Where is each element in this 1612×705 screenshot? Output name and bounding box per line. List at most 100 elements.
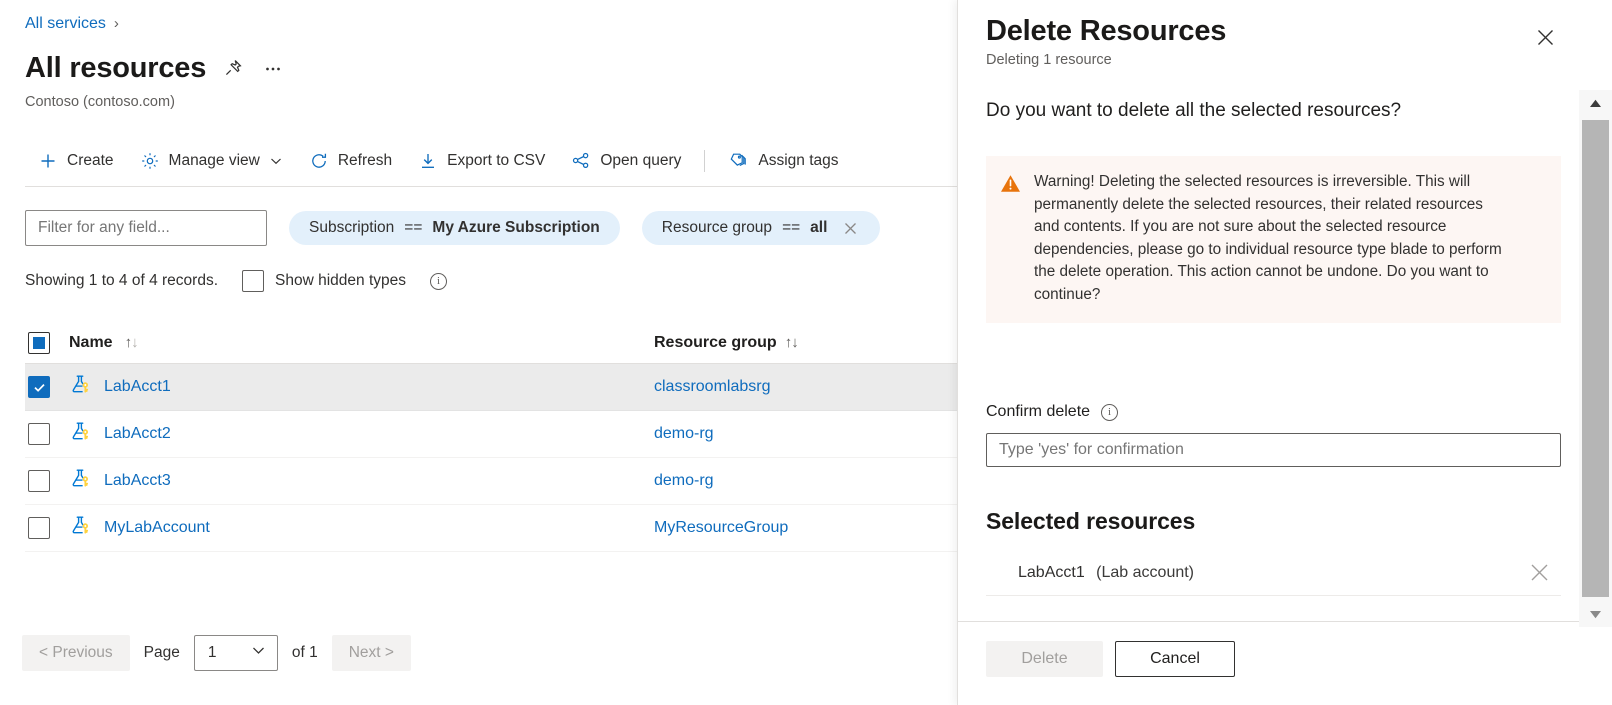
filter-row: Subscription == My Azure Subscription Re… — [25, 210, 880, 246]
manage-view-label: Manage view — [169, 152, 260, 170]
lab-account-icon — [69, 373, 92, 401]
row-resource-group-cell: MyResourceGroup — [654, 519, 957, 537]
show-hidden-types-checkbox[interactable] — [242, 270, 264, 292]
remove-filter-icon[interactable] — [841, 219, 860, 238]
row-name-cell: LabAcct2 — [69, 420, 654, 448]
row-name-link[interactable]: LabAcct1 — [104, 378, 171, 396]
page-title-row: All resources — [25, 50, 286, 86]
panel-header: Delete Resources Deleting 1 resource — [986, 12, 1612, 68]
confirm-delete-label: Confirm delete — [986, 403, 1090, 421]
row-name-link[interactable]: LabAcct2 — [104, 425, 171, 443]
breadcrumb-link-all-services[interactable]: All services — [25, 14, 106, 34]
page-subtitle: Contoso (contoso.com) — [25, 92, 175, 112]
assign-tags-button[interactable]: Assign tags — [715, 142, 851, 180]
row-checkbox[interactable] — [28, 423, 50, 445]
filter-pill-subscription[interactable]: Subscription == My Azure Subscription — [289, 211, 620, 245]
column-header-name[interactable]: Name ↑↓ — [69, 334, 654, 352]
lab-account-icon — [69, 467, 92, 495]
filter-pill-resource-group[interactable]: Resource group == all — [642, 211, 881, 245]
column-header-resource-group[interactable]: Resource group ↑↓ — [654, 334, 957, 352]
warning-text: Warning! Deleting the selected resources… — [1034, 171, 1504, 306]
filter-pill-subscription-op: == — [404, 219, 422, 237]
open-query-label: Open query — [600, 152, 681, 170]
lab-account-icon — [69, 420, 92, 448]
confirm-delete-input[interactable] — [986, 433, 1561, 467]
refresh-button[interactable]: Refresh — [296, 142, 405, 180]
refresh-icon — [309, 151, 329, 171]
close-icon[interactable] — [1530, 22, 1560, 52]
table-row[interactable]: MyLabAccount MyResourceGroup — [25, 505, 957, 552]
ellipsis-icon[interactable] — [260, 55, 286, 81]
row-resource-group-cell: demo-rg — [654, 472, 957, 490]
filter-pill-subscription-field: Subscription — [309, 219, 394, 237]
scroll-up-icon[interactable] — [1579, 90, 1612, 116]
selected-resource-name-text: LabAcct1 — [1018, 564, 1085, 581]
row-resource-group-cell: classroomlabsrg — [654, 378, 957, 396]
lab-account-icon — [69, 514, 92, 542]
row-select-cell[interactable] — [25, 470, 69, 492]
download-icon — [418, 151, 438, 171]
table-row[interactable]: LabAcct2 demo-rg — [25, 411, 957, 458]
row-name-link[interactable]: LabAcct3 — [104, 472, 171, 490]
tags-icon — [728, 151, 749, 172]
sort-icon: ↑↓ — [785, 334, 798, 351]
column-header-resource-group-label: Resource group — [654, 334, 777, 352]
row-resource-group-link[interactable]: classroomlabsrg — [654, 378, 770, 395]
row-checkbox[interactable] — [28, 376, 50, 398]
panel-body: Do you want to delete all the selected r… — [958, 88, 1579, 621]
results-summary-row: Showing 1 to 4 of 4 records. Show hidden… — [25, 270, 447, 292]
row-name-link[interactable]: MyLabAccount — [104, 519, 210, 537]
export-csv-button[interactable]: Export to CSV — [405, 142, 558, 180]
row-name-cell: LabAcct3 — [69, 467, 654, 495]
scrollbar-thumb[interactable] — [1582, 120, 1609, 597]
previous-page-button[interactable]: < Previous — [22, 635, 130, 671]
row-name-cell: LabAcct1 — [69, 373, 654, 401]
table-row[interactable]: LabAcct3 demo-rg — [25, 458, 957, 505]
scroll-down-icon[interactable] — [1579, 601, 1612, 627]
page-number-select[interactable]: 1 — [194, 635, 278, 671]
selected-resource-item: LabAcct1 (Lab account) — [986, 550, 1561, 596]
table-row[interactable]: LabAcct1 classroomlabsrg — [25, 364, 957, 411]
export-csv-label: Export to CSV — [447, 152, 545, 170]
row-select-cell[interactable] — [25, 517, 69, 539]
row-checkbox[interactable] — [28, 517, 50, 539]
info-icon[interactable]: i — [1101, 404, 1118, 421]
manage-view-button[interactable]: Manage view — [127, 142, 296, 180]
row-select-cell[interactable] — [25, 376, 69, 398]
create-button[interactable]: Create — [25, 142, 127, 180]
confirm-delete-label-row: Confirm delete i — [986, 403, 1118, 421]
all-resources-blade: All services › All resources Contoso (co… — [0, 0, 957, 705]
open-query-button[interactable]: Open query — [558, 142, 694, 180]
remove-icon[interactable] — [1526, 559, 1561, 586]
show-hidden-types-label: Show hidden types — [275, 272, 406, 290]
next-page-button[interactable]: Next > — [332, 635, 411, 671]
row-resource-group-link[interactable]: MyResourceGroup — [654, 519, 788, 536]
row-resource-group-cell: demo-rg — [654, 425, 957, 443]
row-checkbox[interactable] — [28, 470, 50, 492]
command-bar-divider — [25, 186, 957, 187]
cancel-button[interactable]: Cancel — [1115, 641, 1235, 677]
select-all-checkbox[interactable] — [28, 332, 50, 354]
share-nodes-icon — [571, 151, 591, 171]
panel-scrollbar[interactable] — [1579, 90, 1612, 627]
row-resource-group-link[interactable]: demo-rg — [654, 472, 714, 489]
warning-banner: Warning! Deleting the selected resources… — [986, 156, 1561, 323]
search-input[interactable] — [25, 210, 267, 246]
row-name-cell: MyLabAccount — [69, 514, 654, 542]
pin-icon[interactable] — [220, 55, 246, 81]
page-number-value: 1 — [208, 644, 217, 662]
show-hidden-types-toggle[interactable]: Show hidden types — [242, 270, 406, 292]
page-title: All resources — [25, 50, 206, 86]
refresh-label: Refresh — [338, 152, 392, 170]
plus-icon — [38, 151, 58, 171]
select-all-cell[interactable] — [25, 332, 69, 354]
delete-button[interactable]: Delete — [986, 641, 1103, 677]
resources-table: Name ↑↓ Resource group ↑↓ — [25, 322, 957, 552]
row-select-cell[interactable] — [25, 423, 69, 445]
selected-resource-type-text: (Lab account) — [1096, 564, 1194, 581]
filter-pill-resource-group-field: Resource group — [662, 219, 772, 237]
filter-pill-resource-group-value: all — [810, 219, 827, 237]
chevron-down-icon — [269, 154, 283, 168]
row-resource-group-link[interactable]: demo-rg — [654, 425, 714, 442]
info-icon[interactable]: i — [430, 273, 447, 290]
